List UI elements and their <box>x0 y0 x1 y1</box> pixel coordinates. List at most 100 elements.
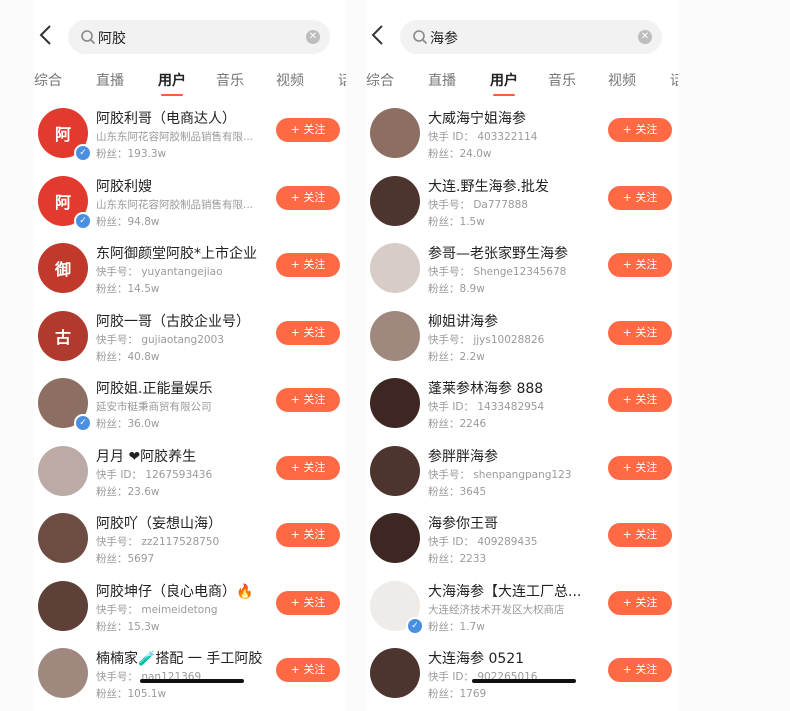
tab-0[interactable]: 综合 <box>366 70 394 90</box>
list-item[interactable]: 大连.野生海参.批发 快手号： Da777888 粉丝：1.5w + 关注 <box>366 170 678 237</box>
avatar[interactable] <box>38 513 88 563</box>
follow-button[interactable]: + 关注 <box>608 253 672 277</box>
user-name[interactable]: 月月 ❤阿胶养生 <box>96 446 196 466</box>
user-name[interactable]: 大海海参【大连工厂总... <box>428 581 581 601</box>
tab-5[interactable]: 话 <box>338 70 346 90</box>
follow-button[interactable]: + 关注 <box>276 590 340 615</box>
avatar[interactable] <box>370 108 420 158</box>
user-name[interactable]: 海参你王哥 <box>428 513 498 533</box>
user-name[interactable]: 参胖胖海参 <box>428 446 498 466</box>
list-item[interactable]: 阿胶坤仔（良心电商）🔥 快手号： meimeidetong 粉丝：15.3w + 关注 <box>34 575 346 642</box>
avatar-image: 御 <box>38 243 88 293</box>
follow-button[interactable]: + 关注 <box>608 590 672 615</box>
tab-0[interactable]: 综合 <box>34 70 62 90</box>
avatar[interactable]: 御 <box>38 243 88 293</box>
follow-button[interactable]: + 关注 <box>608 455 672 480</box>
follow-button[interactable]: + 关注 <box>276 118 340 142</box>
avatar[interactable] <box>370 378 420 428</box>
list-item[interactable]: 古阿胶一哥（古胶企业号） 快手号： gujiaotang2003 粉丝：40.8w +… <box>34 305 346 372</box>
tab-3[interactable]: 音乐 <box>216 70 244 90</box>
list-item[interactable]: 阿 ✓ 阿胶利嫂 山东东阿花容阿胶制品销售有限... 粉丝：94.8w + 关注 <box>34 170 346 237</box>
fans-count: 粉丝：2233 <box>428 553 487 565</box>
avatar-image <box>38 445 88 496</box>
follow-button[interactable]: + 关注 <box>276 658 340 682</box>
list-item[interactable]: 大威海宁姐海参 快手 ID： 403322114 粉丝：24.0w + 关注 <box>366 102 678 169</box>
avatar[interactable] <box>38 580 88 631</box>
clear-icon[interactable]: ✕ <box>638 30 652 44</box>
back-icon[interactable] <box>38 24 58 48</box>
user-name[interactable]: 柳姐讲海参 <box>428 311 498 331</box>
avatar[interactable] <box>370 310 420 361</box>
search-input[interactable]: 海参 ✕ <box>400 20 662 54</box>
tab-2[interactable]: 用户 <box>490 70 518 96</box>
user-name[interactable]: 阿胶利哥（电商达人） <box>96 108 236 128</box>
verified-icon: ✓ <box>74 211 92 230</box>
user-name[interactable]: 楠楠家🧪搭配 一 手工阿胶 <box>96 648 262 668</box>
follow-button[interactable]: + 关注 <box>276 523 340 547</box>
follow-button[interactable]: + 关注 <box>276 185 340 210</box>
avatar[interactable] <box>370 513 420 563</box>
user-name[interactable]: 大连海参 0521 <box>428 648 524 668</box>
list-item[interactable]: ✓ 大海海参【大连工厂总... 大连经济技术开发区大权商店 粉丝：1.7w + 关注 <box>366 575 678 642</box>
user-name[interactable]: 大连.野生海参.批发 <box>428 176 549 196</box>
list-item[interactable]: 阿 ✓ 阿胶利哥（电商达人） 山东东阿花容阿胶制品销售有限... 粉丝：193.3w + … <box>34 102 346 169</box>
list-item[interactable]: 月月 ❤阿胶养生 快手 ID： 1267593436 粉丝：23.6w + 关注 <box>34 440 346 507</box>
user-name[interactable]: 阿胶一哥（古胶企业号） <box>96 311 250 331</box>
list-item[interactable]: ✓ 阿胶姐.正能量娱乐 延安市梃秉商贸有限公司 粉丝：36.0w + 关注 <box>34 372 346 439</box>
follow-button[interactable]: + 关注 <box>276 253 340 277</box>
list-item[interactable]: 大连海参 0521 快手 ID： 902265016 粉丝：1769 + 关注 <box>366 642 678 709</box>
user-name[interactable]: 大威海宁姐海参 <box>428 108 526 128</box>
user-name[interactable]: 东阿御颜堂阿胶*上市企业 <box>96 243 257 263</box>
avatar-image <box>38 648 88 698</box>
follow-button[interactable]: + 关注 <box>608 320 672 345</box>
avatar[interactable] <box>370 243 420 293</box>
list-item[interactable]: 海参你王哥 快手 ID： 409289435 粉丝：2233 + 关注 <box>366 507 678 574</box>
list-item[interactable]: 参哥—老张家野生海参 快手号： Shenge12345678 粉丝：8.9w + 关注 <box>366 237 678 304</box>
list-item[interactable]: 阿胶吖（妄想山海） 快手号： zz2117528750 粉丝：5697 + 关注 <box>34 507 346 574</box>
tab-5[interactable]: 话 <box>670 70 678 90</box>
list-item[interactable]: 楠楠家🧪搭配 一 手工阿胶 快手号： nan121369 粉丝：105.1w + 关注 <box>34 642 346 709</box>
follow-button[interactable]: + 关注 <box>276 455 340 480</box>
tab-4[interactable]: 视频 <box>608 70 636 90</box>
avatar[interactable] <box>370 445 420 496</box>
tab-3[interactable]: 音乐 <box>548 70 576 90</box>
avatar[interactable] <box>370 175 420 226</box>
user-id: 快手号： shenpangpang123 <box>428 468 572 481</box>
user-id: 快手 ID： 403322114 <box>428 131 538 143</box>
follow-button[interactable]: + 关注 <box>608 523 672 547</box>
user-name[interactable]: 蓬莱参林海参 888 <box>428 378 543 398</box>
user-name[interactable]: 参哥—老张家野生海参 <box>428 243 568 263</box>
search-query: 阿胶 <box>98 31 126 47</box>
tab-1[interactable]: 直播 <box>428 70 456 90</box>
back-icon[interactable] <box>370 24 390 48</box>
clear-icon[interactable]: ✕ <box>306 30 320 44</box>
user-id: 快手号： yuyantangejiao <box>96 266 223 278</box>
list-item[interactable]: 御东阿御颜堂阿胶*上市企业 快手号： yuyantangejiao 粉丝：14.5w… <box>34 237 346 304</box>
tab-4[interactable]: 视频 <box>276 70 304 90</box>
home-indicator <box>140 679 244 683</box>
follow-button[interactable]: + 关注 <box>608 658 672 682</box>
follow-button[interactable]: + 关注 <box>608 185 672 210</box>
follow-button[interactable]: + 关注 <box>608 118 672 142</box>
list-item[interactable]: 参胖胖海参 快手号： shenpangpang123 粉丝：3645 + 关注 <box>366 440 678 507</box>
list-item[interactable]: 蓬莱参林海参 888 快手 ID： 1433482954 粉丝：2246 + 关注 <box>366 372 678 439</box>
user-name[interactable]: 阿胶坤仔（良心电商）🔥 <box>96 581 253 601</box>
list-item[interactable]: 柳姐讲海参 快手号： jjys10028826 粉丝：2.2w + 关注 <box>366 305 678 372</box>
follow-button[interactable]: + 关注 <box>608 388 672 412</box>
right-panel: 海参 ✕ 综合 直播 用户 音乐 视频 话 大威海宁姐海参快手 ID： 403322114… <box>366 0 678 711</box>
search-icon <box>81 30 96 45</box>
follow-button[interactable]: + 关注 <box>276 320 340 345</box>
user-id: 快手号： zz2117528750 <box>96 536 220 548</box>
tab-2[interactable]: 用户 <box>158 70 186 96</box>
search-input[interactable]: 阿胶 ✕ <box>68 20 330 54</box>
avatar[interactable] <box>38 445 88 496</box>
user-name[interactable]: 阿胶利嫂 <box>96 176 152 196</box>
avatar[interactable] <box>38 648 88 698</box>
avatar[interactable] <box>370 648 420 698</box>
user-name[interactable]: 阿胶姐.正能量娱乐 <box>96 378 212 398</box>
tab-1[interactable]: 直播 <box>96 70 124 90</box>
user-name[interactable]: 阿胶吖（妄想山海） <box>96 513 222 533</box>
avatar[interactable]: 古 <box>38 310 88 361</box>
top-bar: 海参 ✕ <box>366 18 678 54</box>
follow-button[interactable]: + 关注 <box>276 388 340 412</box>
